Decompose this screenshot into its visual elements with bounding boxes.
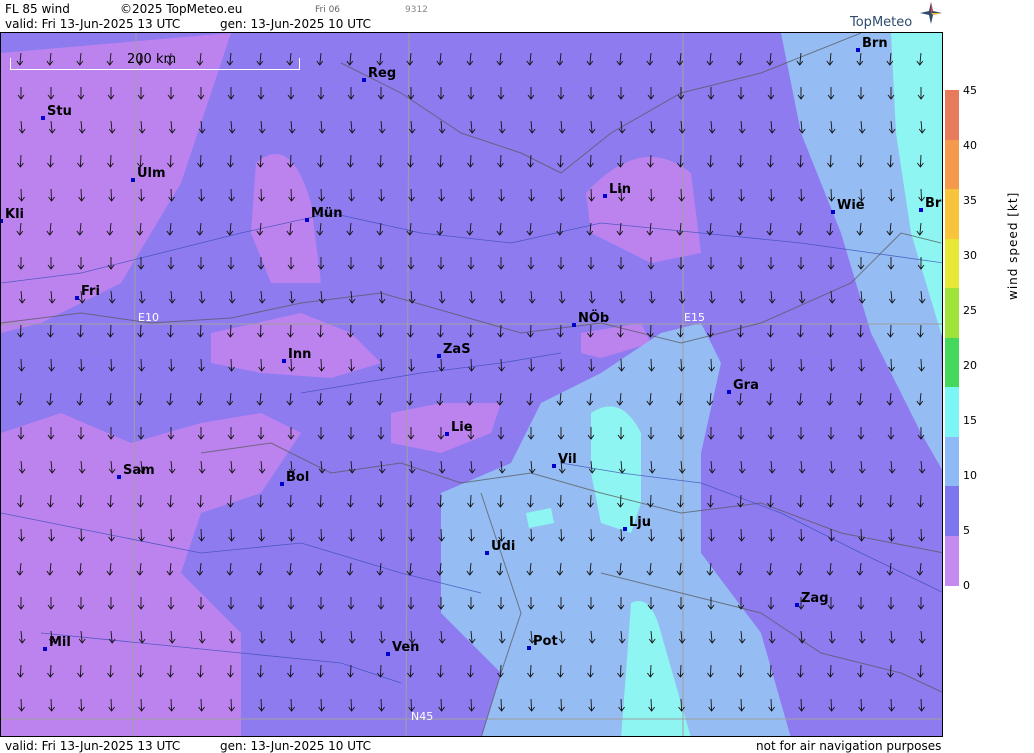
city-marker [43, 647, 47, 651]
legend-swatch [945, 337, 959, 388]
legend-swatch [945, 288, 959, 338]
valid-time: valid: Fri 13-Jun-2025 13 UTC [5, 17, 181, 31]
city-label: Mil [49, 635, 71, 650]
city-marker [386, 652, 390, 656]
legend-tick-label: 40 [963, 139, 977, 152]
city-marker [1, 219, 3, 223]
city-marker [280, 482, 284, 486]
city-label: Vil [558, 452, 577, 467]
city-marker [445, 432, 449, 436]
city-marker [41, 116, 45, 120]
city-label: Bol [286, 470, 310, 485]
legend-swatch [945, 436, 959, 487]
city-label: Reg [368, 66, 397, 81]
city-marker [485, 551, 489, 555]
city-marker [131, 178, 135, 182]
legend-title: wind speed [kt] [1006, 191, 1020, 300]
city-marker [603, 194, 607, 198]
legend-swatch [945, 189, 959, 239]
city-label: Inn [288, 347, 312, 362]
legend-tick-label: 5 [963, 524, 970, 537]
city-marker [362, 78, 366, 82]
disclaimer: not for air navigation purposes [756, 739, 942, 753]
city-label: Sam [123, 463, 155, 478]
city-marker [117, 475, 121, 479]
city-label: Udi [491, 539, 516, 554]
city-label: Pot [533, 634, 558, 649]
wind-map: E10 E15 N45 Brn Reg Stu Ulm Kli Mün Lin Wie Br Fr… [0, 32, 943, 737]
city-label: Kli [5, 207, 24, 222]
legend-swatch [945, 535, 959, 586]
scale-label: 200 km [127, 52, 177, 67]
city-label: Lju [629, 515, 651, 530]
city-marker [919, 208, 923, 212]
legend-swatch [945, 139, 959, 190]
city-marker [305, 218, 309, 222]
legend-tick-label: 20 [963, 359, 977, 372]
city-label: Mün [311, 206, 343, 221]
city-marker [282, 359, 286, 363]
city-label: Stu [47, 104, 72, 119]
city-label: Fri [81, 284, 100, 299]
city-marker [437, 354, 441, 358]
footer-valid-time: valid: Fri 13-Jun-2025 13 UTC [5, 739, 181, 753]
legend-tick-label: 15 [963, 414, 977, 427]
city-marker [552, 464, 556, 468]
graticule-label-e15: E15 [684, 311, 705, 324]
legend-swatch [945, 238, 959, 289]
legend-swatch [945, 486, 959, 536]
city-marker [831, 210, 835, 214]
topmeteo-logo: TopMeteo [850, 15, 913, 30]
wind-speed-field [1, 33, 942, 736]
city-marker [856, 48, 860, 52]
graticule-label-n45: N45 [411, 710, 434, 723]
legend-tick-label: 45 [963, 84, 977, 97]
city-label: Gra [733, 378, 759, 393]
city-label: ZaS [443, 342, 471, 357]
city-label: NÖb [578, 311, 610, 326]
legend-tick-label: 10 [963, 469, 977, 482]
city-label: Ven [392, 640, 420, 655]
legend-tick-label: 25 [963, 304, 977, 317]
city-marker [527, 646, 531, 650]
legend-colorbar [945, 90, 959, 586]
legend-tick-label: 30 [963, 249, 977, 262]
city-label: Wie [837, 198, 865, 213]
legend-tick-label: 35 [963, 194, 977, 207]
city-label: Lie [451, 420, 473, 435]
city-marker [727, 390, 731, 394]
city-marker [795, 603, 799, 607]
map-title: FL 85 wind [5, 2, 70, 16]
city-marker [623, 527, 627, 531]
legend-tick-label: 0 [963, 579, 970, 592]
city-label: Lin [609, 182, 631, 197]
city-label: Zag [801, 591, 829, 606]
footer-generated-time: gen: 13-Jun-2025 10 UTC [220, 739, 372, 753]
graticule-label-e10: E10 [138, 311, 159, 324]
run-code: 9312 [405, 5, 428, 15]
copyright: ©2025 TopMeteo.eu [120, 2, 243, 16]
city-label: Ulm [137, 166, 166, 181]
city-marker [572, 323, 576, 327]
city-label: Br [925, 196, 942, 211]
legend-swatch [945, 90, 959, 140]
legend-swatch [945, 387, 959, 437]
compass-star-icon [920, 2, 942, 24]
day-code: Fri 06 [315, 5, 341, 15]
generated-time: gen: 13-Jun-2025 10 UTC [220, 17, 372, 31]
city-marker [75, 296, 79, 300]
city-label: Brn [862, 36, 888, 51]
